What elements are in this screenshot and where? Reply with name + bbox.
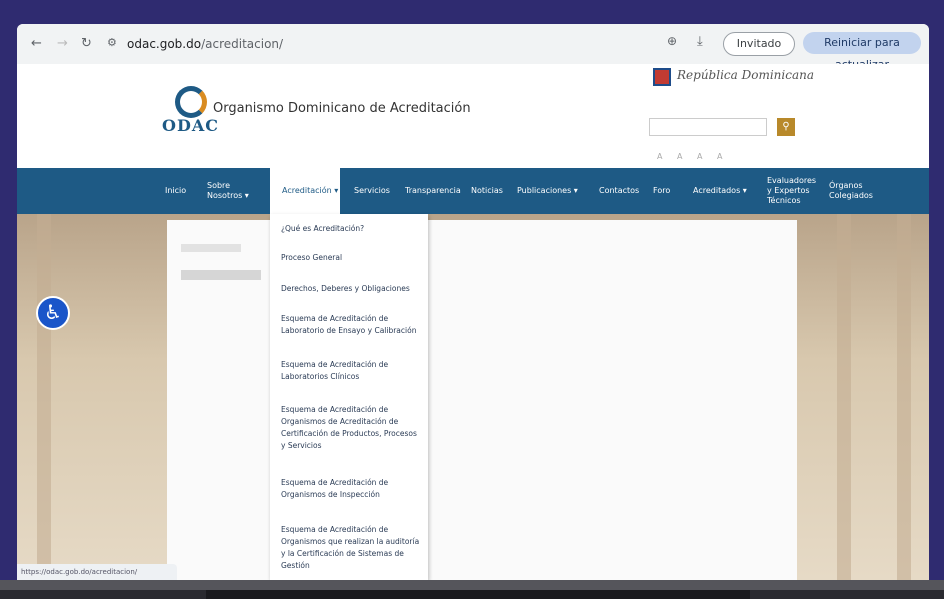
update-button[interactable]: Reiniciar para actualizar xyxy=(803,32,921,71)
org-title: Organismo Dominicano de Acreditación xyxy=(213,101,471,116)
laptop-stand xyxy=(206,590,750,599)
search-icon: ⚲ xyxy=(782,121,790,132)
incognito-label: Invitado xyxy=(736,37,782,50)
accessibility-tools[interactable]: A A A A xyxy=(657,152,729,161)
content-card xyxy=(167,220,797,580)
nav-item-transparencia[interactable]: Transparencia xyxy=(405,168,461,214)
acreditacion-dropdown: ¿Qué es Acreditación? Proceso General De… xyxy=(270,214,428,580)
nav-item-inicio[interactable]: Inicio xyxy=(165,168,195,214)
status-bar: https://odac.gob.do/acreditacion/ xyxy=(17,564,177,580)
hero-pillar xyxy=(897,214,911,580)
dropdown-item-derechos[interactable]: Derechos, Deberes y Obligaciones xyxy=(281,283,423,295)
dropdown-item-proceso[interactable]: Proceso General xyxy=(281,252,423,264)
nav-item-noticias[interactable]: Noticias xyxy=(471,168,505,214)
nav-item-acreditados[interactable]: Acreditados ▾ xyxy=(693,168,753,214)
dropdown-item-lab-ensayo[interactable]: Esquema de Acreditación de Laboratorio d… xyxy=(281,313,423,337)
dropdown-item-sistemas-gestion[interactable]: Esquema de Acreditación de Organismos qu… xyxy=(281,524,423,572)
blurred-text xyxy=(181,244,241,252)
site-header: ODAC Organismo Dominicano de Acreditació… xyxy=(17,64,929,168)
browser-toolbar: ← → ↻ ⚙ odac.gob.do/acreditacion/ ⊕ ⤓ In… xyxy=(17,24,929,71)
download-icon[interactable]: ⤓ xyxy=(697,34,703,49)
nav-item-publicaciones[interactable]: Publicaciones ▾ xyxy=(517,168,581,214)
nav-item-sobre-nosotros[interactable]: Sobre Nosotros ▾ xyxy=(207,168,255,214)
nav-item-evaluadores[interactable]: Evaluadores y Expertos Técnicos xyxy=(767,168,819,214)
incognito-button[interactable]: Invitado xyxy=(723,32,795,56)
odac-logo-icon[interactable] xyxy=(175,86,207,118)
laptop-hinge xyxy=(0,580,944,590)
republic-emblem-icon xyxy=(653,68,671,86)
forward-arrow-icon[interactable]: → xyxy=(57,36,68,51)
blurred-heading xyxy=(181,270,261,280)
nav-item-contactos[interactable]: Contactos xyxy=(599,168,639,214)
hero-pillar xyxy=(37,214,51,580)
logo-text[interactable]: ODAC xyxy=(162,116,219,135)
nav-item-acreditacion[interactable]: Acreditación ▾ xyxy=(270,168,340,214)
dropdown-item-certificacion[interactable]: Esquema de Acreditación de Organismos de… xyxy=(281,404,423,452)
hero-banner xyxy=(17,214,929,580)
address-bar[interactable]: odac.gob.do/acreditacion/ xyxy=(127,34,647,54)
back-arrow-icon[interactable]: ← xyxy=(31,36,42,51)
main-nav: Inicio Sobre Nosotros ▾ Acreditación ▾ S… xyxy=(17,168,929,214)
search-input[interactable] xyxy=(649,118,767,136)
dropdown-item-inspeccion[interactable]: Esquema de Acreditación de Organismos de… xyxy=(281,477,423,501)
republic-text: República Dominicana xyxy=(677,68,814,82)
reload-icon[interactable]: ↻ xyxy=(81,36,92,51)
dropdown-item-que-es[interactable]: ¿Qué es Acreditación? xyxy=(281,223,423,235)
nav-item-servicios[interactable]: Servicios xyxy=(354,168,394,214)
hero-pillar xyxy=(837,214,851,580)
search-button[interactable]: ⚲ xyxy=(777,118,795,136)
url-path: /acreditacion/ xyxy=(201,37,284,51)
nav-item-foro[interactable]: Foro xyxy=(653,168,675,214)
laptop-base xyxy=(0,580,944,599)
dropdown-item-lab-clinicos[interactable]: Esquema de Acreditación de Laboratorios … xyxy=(281,359,423,383)
url-domain: odac.gob.do xyxy=(127,37,202,51)
nav-item-organos-colegiados[interactable]: Órganos Colegiados xyxy=(829,168,877,214)
tune-icon[interactable]: ⚙ xyxy=(107,36,117,49)
accessibility-icon[interactable]: ♿ xyxy=(36,296,70,330)
zoom-icon[interactable]: ⊕ xyxy=(667,34,677,48)
browser-window: ← → ↻ ⚙ odac.gob.do/acreditacion/ ⊕ ⤓ In… xyxy=(17,24,929,580)
